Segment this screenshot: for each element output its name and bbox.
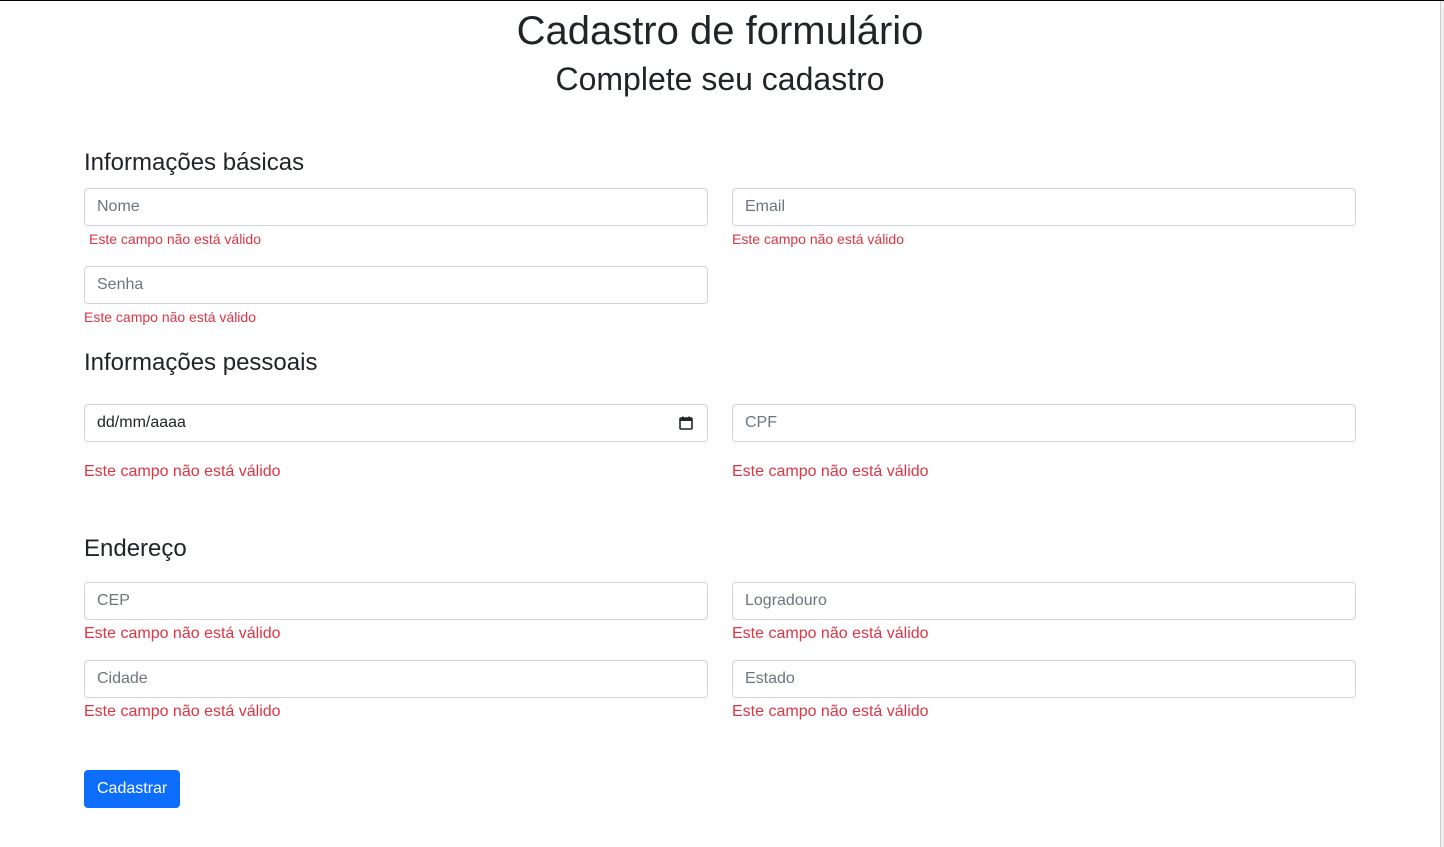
logradouro-error-message: Este campo não está válido: [732, 625, 929, 642]
registration-page: Cadastro de formulário Complete seu cada…: [0, 0, 1444, 847]
birthdate-error-message: Este campo não está válido: [84, 463, 281, 480]
nome-error-message: Este campo não está válido: [89, 231, 261, 247]
cpf-input[interactable]: [732, 404, 1356, 442]
section-title-basic-info: Informações básicas: [84, 149, 305, 176]
estado-error-message: Este campo não está válido: [732, 703, 929, 720]
cidade-input[interactable]: [84, 660, 708, 698]
cidade-error-message: Este campo não está válido: [84, 703, 281, 720]
page-title: Cadastro de formulário: [516, 9, 924, 53]
estado-input[interactable]: [732, 660, 1356, 698]
cep-input[interactable]: [84, 582, 708, 620]
page-subtitle: Complete seu cadastro: [555, 61, 885, 97]
calendar-icon[interactable]: [679, 416, 693, 430]
logradouro-input[interactable]: [732, 582, 1356, 620]
cep-error-message: Este campo não está válido: [84, 625, 281, 642]
cadastrar-button[interactable]: Cadastrar: [84, 770, 181, 808]
birthdate-value: dd/mm/aaaa: [97, 414, 186, 431]
senha-error-message: Este campo não está válido: [84, 309, 256, 325]
section-title-address: Endereço: [84, 535, 187, 562]
birthdate-input[interactable]: dd/mm/aaaa: [84, 404, 708, 442]
email-error-message: Este campo não está válido: [732, 231, 904, 247]
nome-input[interactable]: [84, 188, 708, 226]
window-scrollbar[interactable]: [1440, 1, 1444, 847]
section-title-personal-info: Informações pessoais: [84, 349, 318, 376]
senha-input[interactable]: [84, 266, 708, 304]
cpf-error-message: Este campo não está válido: [732, 463, 929, 480]
email-input[interactable]: [732, 188, 1356, 226]
